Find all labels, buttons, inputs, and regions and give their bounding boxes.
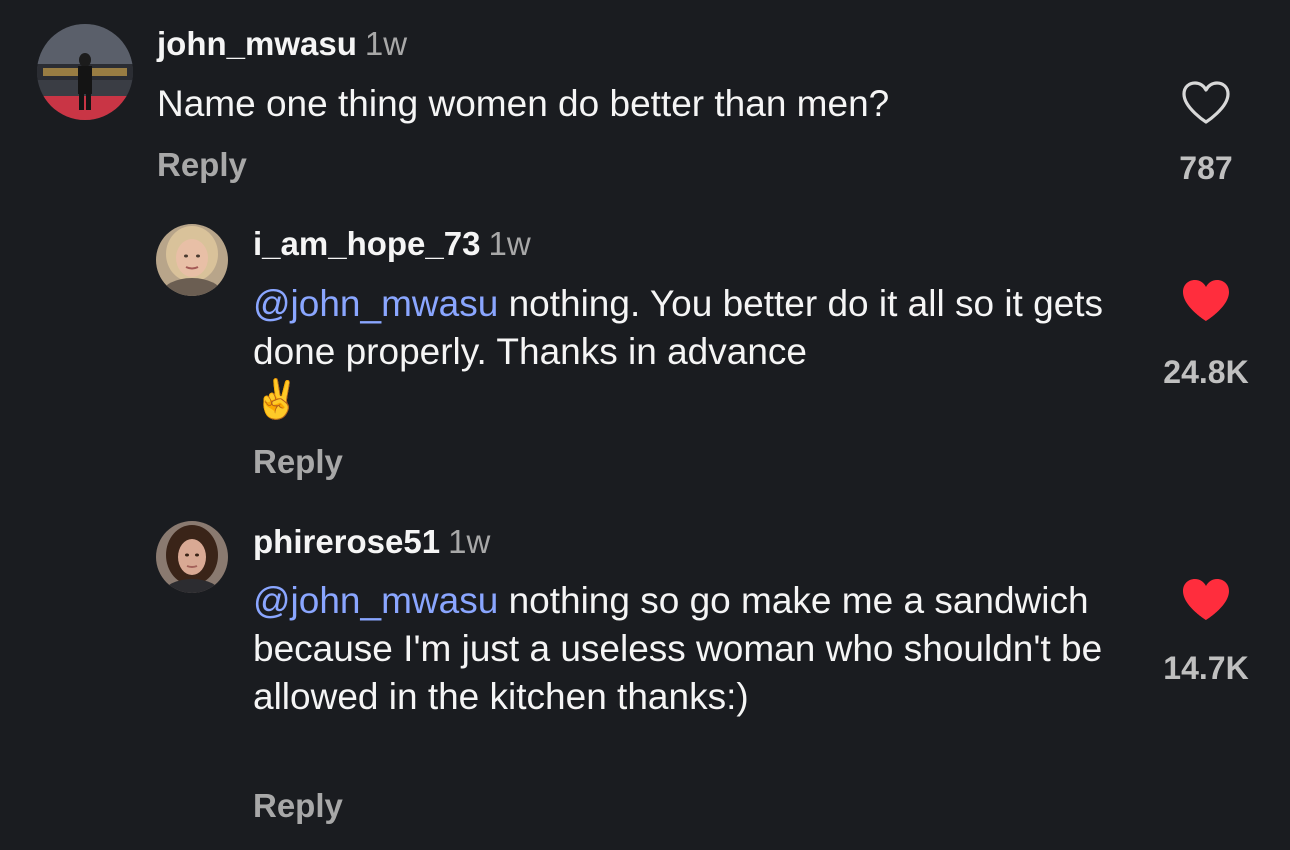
mention-link[interactable]: @john_mwasu: [253, 283, 498, 324]
like-count: 787: [1179, 150, 1233, 186]
heart-filled-icon: [1183, 579, 1229, 620]
like-button[interactable]: [1174, 577, 1238, 637]
username[interactable]: i_am_hope_73: [253, 225, 480, 262]
avatar[interactable]: [156, 521, 228, 593]
reply-button[interactable]: Reply: [253, 787, 343, 825]
mention-link[interactable]: @john_mwasu: [253, 580, 498, 621]
reply-button[interactable]: Reply: [157, 146, 247, 184]
heart-filled-icon: [1183, 280, 1229, 321]
username[interactable]: john_mwasu: [157, 25, 357, 62]
timestamp: 1w: [488, 225, 531, 262]
comment-text: @john_mwasu nothing. You better do it al…: [253, 280, 1113, 424]
timestamp: 1w: [364, 25, 408, 62]
reply-button[interactable]: Reply: [253, 443, 343, 481]
comment-header: john_mwasu 1w: [157, 24, 407, 64]
like-count: 24.8K: [1163, 354, 1249, 390]
avatar[interactable]: [37, 24, 133, 120]
like-button[interactable]: [1174, 278, 1238, 338]
like-count: 14.7K: [1163, 650, 1249, 686]
avatar-image: [156, 521, 228, 593]
username[interactable]: phirerose51: [253, 523, 440, 560]
like-button[interactable]: [1174, 80, 1238, 140]
avatar-image: [37, 24, 133, 120]
avatar-image: [156, 224, 228, 296]
comment-john-mwasu: john_mwasu 1w Name one thing women do bet…: [0, 0, 1290, 200]
reply-comment-i-am-hope-73: i_am_hope_73 1w @john_mwasu nothing. You …: [0, 200, 1290, 500]
avatar[interactable]: [156, 224, 228, 296]
comment-header: i_am_hope_73 1w: [253, 224, 531, 264]
victory-hand-emoji: ✌️: [253, 379, 301, 421]
heart-outline-icon: [1182, 81, 1230, 124]
comment-body: Name one thing women do better than men?: [157, 83, 890, 124]
reply-comment-phirerose51: phirerose51 1w @john_mwasu nothing so go …: [0, 500, 1290, 850]
timestamp: 1w: [448, 523, 491, 560]
comment-header: phirerose51 1w: [253, 522, 490, 562]
comment-text: Name one thing women do better than men?: [157, 80, 1117, 128]
comment-text: @john_mwasu nothing so go make me a sand…: [253, 577, 1123, 721]
